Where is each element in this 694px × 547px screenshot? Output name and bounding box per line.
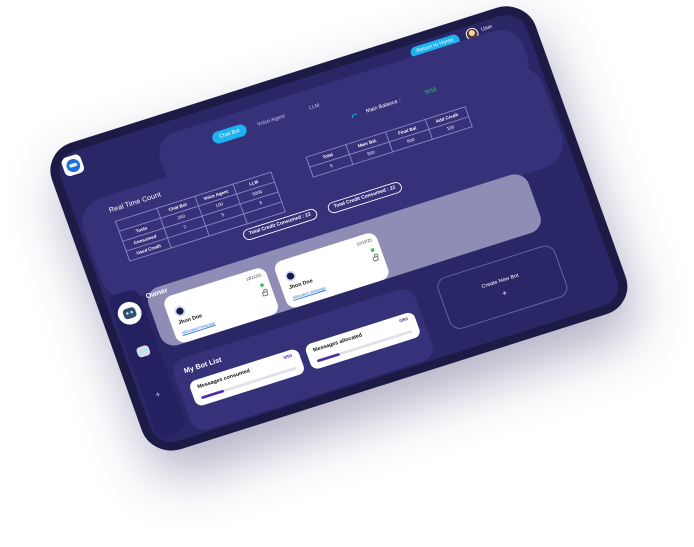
lock-icon[interactable] [372,255,380,262]
tab-llm[interactable]: LLM [300,98,328,117]
stat-value: 0/50 [398,316,409,325]
owner-avatar [172,304,187,318]
rail-bot-voice[interactable] [128,337,158,366]
progress-fill [200,389,225,400]
owner-avatar [283,269,298,283]
stage: Return to Home User Chat Bot Voice Agent… [0,0,694,547]
stat-value: 0/50 [282,353,294,361]
owner-date: 12/12/25 [355,237,373,247]
app-logo[interactable] [59,153,86,178]
owner-date: 12/12/25 [245,272,262,282]
progress-fill [316,352,341,363]
rail-bot-chat[interactable] [114,298,145,328]
lock-icon[interactable] [261,290,269,297]
device-frame: Return to Home User Chat Bot Voice Agent… [42,0,636,459]
add-bot-icon[interactable]: + [154,390,162,401]
status-dot-icon [370,247,375,253]
robot-icon [135,344,152,359]
usage-table: Chat Bot Voice Agent LLM Tools 200 100 5… [115,172,286,262]
status-dot-icon [259,282,265,288]
total-credit-consumed-badge: Total Credit Consumed : 22 [326,180,404,215]
tab-voice-agent[interactable]: Voice Agent [249,108,294,133]
bot-logo-icon [64,157,82,174]
table-row: 5 500 500 100 [309,116,473,178]
tab-chat-bot[interactable]: Chat Bot [210,122,249,146]
robot-icon [121,306,138,321]
